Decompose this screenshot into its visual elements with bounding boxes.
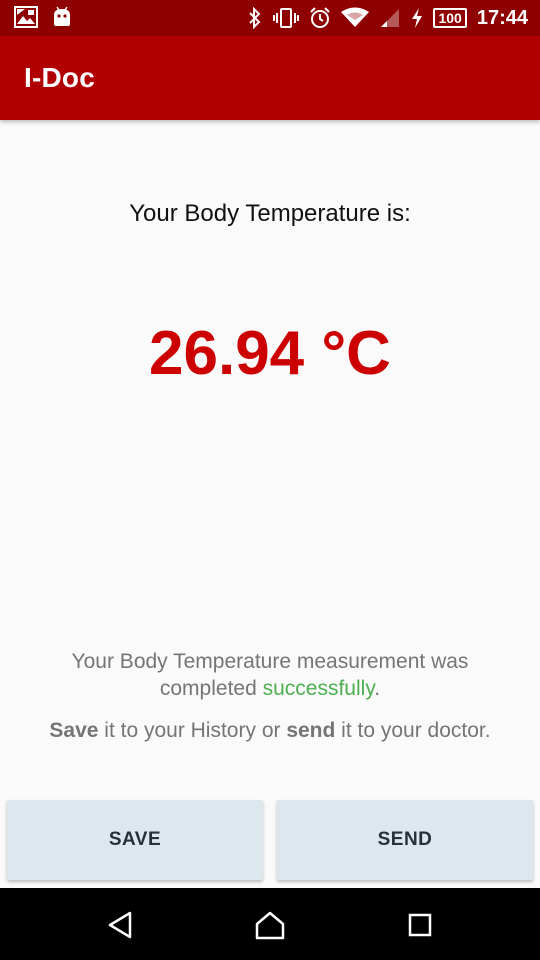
wifi-icon [341,7,370,29]
photo-notification-icon [14,6,38,28]
temperature-value: 26.94 °C [149,319,391,388]
save-button[interactable]: SAVE [7,800,263,880]
app-title: I-Doc [24,62,95,93]
back-icon[interactable] [100,908,140,942]
app-bar: I-Doc [0,36,540,120]
status-message: Your Body Temperature measurement was co… [40,648,500,702]
bluetooth-icon [247,7,263,29]
temperature-heading: Your Body Temperature is: [129,200,411,227]
hint-send-word: send [286,719,336,742]
recent-apps-icon[interactable] [400,908,440,942]
hint-end: it to your doctor. [335,719,491,742]
hint-middle: it to your History or [98,719,287,742]
send-button[interactable]: SEND [277,800,533,880]
alarm-icon [309,7,331,29]
navigation-bar [0,888,540,960]
signal-icon [379,7,401,29]
android-notification-icon [52,6,72,28]
status-message-suffix: . [374,677,381,700]
save-send-hint: Save it to your History or send it to yo… [20,719,520,743]
status-message-line1: Your Body Temperature measurement was [71,650,469,673]
hint-save-word: Save [49,719,99,742]
battery-icon: 100 [433,8,467,28]
status-message-prefix: completed [159,677,263,700]
charging-icon [411,7,423,29]
home-icon[interactable] [250,908,290,942]
vibrate-icon [273,7,300,29]
status-bar: 100 17:44 [0,0,540,36]
status-time: 17:44 [476,7,528,29]
success-word: successfully [262,677,375,700]
